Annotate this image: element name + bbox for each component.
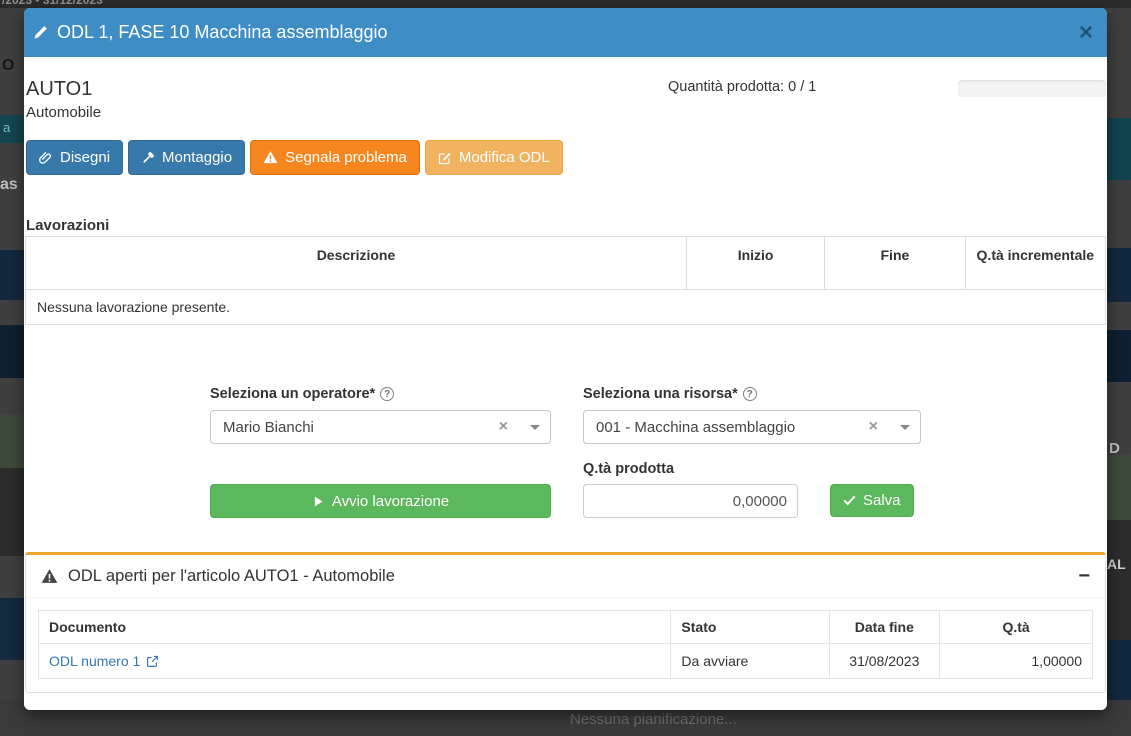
resource-selected-value: 001 - Macchina assemblaggio bbox=[596, 419, 869, 436]
odl-qty-cell: 1,00000 bbox=[940, 644, 1093, 679]
background-left-strip: O a as bbox=[0, 8, 24, 700]
modal-title: ODL 1, FASE 10 Macchina assemblaggio bbox=[33, 22, 388, 43]
odl-status-cell: Da avviare bbox=[671, 644, 829, 679]
lavorazioni-empty-row: Nessuna lavorazione presente. bbox=[26, 290, 1106, 325]
odl-document-link[interactable]: ODL numero 1 bbox=[49, 653, 159, 669]
gavel-icon bbox=[141, 151, 155, 165]
action-button-row: Disegni Montaggio Segnala problema Modif… bbox=[26, 140, 563, 175]
background-fragment: a bbox=[3, 120, 10, 135]
help-icon[interactable]: ? bbox=[743, 387, 757, 401]
background-band bbox=[1107, 330, 1131, 382]
resource-label-text: Seleziona una risorsa* bbox=[583, 386, 738, 402]
paperclip-icon bbox=[39, 151, 53, 165]
background-band bbox=[0, 598, 24, 660]
odl-end-date-cell: 31/08/2023 bbox=[829, 644, 940, 679]
montaggio-button[interactable]: Montaggio bbox=[128, 140, 245, 175]
edit-icon bbox=[438, 151, 452, 165]
background-band bbox=[0, 468, 24, 556]
background-right-strip: D AL bbox=[1107, 8, 1131, 700]
play-icon bbox=[312, 495, 325, 508]
avvio-lavorazione-label: Avvio lavorazione bbox=[332, 493, 449, 510]
lavorazioni-table: Descrizione Inizio Fine Q.tà incremental… bbox=[25, 236, 1106, 325]
background-band bbox=[1107, 520, 1131, 650]
background-fragment: O bbox=[2, 57, 14, 75]
check-icon bbox=[843, 494, 856, 507]
avvio-lavorazione-button[interactable]: Avvio lavorazione bbox=[210, 484, 551, 518]
lavorazioni-title: Lavorazioni bbox=[26, 217, 109, 234]
progress-bar bbox=[958, 80, 1106, 97]
close-icon[interactable]: × bbox=[1079, 21, 1093, 45]
operator-selected-value: Mario Bianchi bbox=[223, 419, 499, 436]
lavorazioni-col-inizio: Inizio bbox=[686, 237, 824, 290]
article-code: AUTO1 bbox=[26, 78, 101, 101]
background-band bbox=[0, 250, 24, 300]
open-odl-panel-header: ODL aperti per l'articolo AUTO1 - Automo… bbox=[26, 555, 1105, 598]
table-row: ODL numero 1 Da avviare 31/08/2023 1,000… bbox=[39, 644, 1093, 679]
resource-label: Seleziona una risorsa* ? bbox=[583, 386, 757, 402]
background-band bbox=[0, 415, 24, 468]
help-icon[interactable]: ? bbox=[380, 387, 394, 401]
quantity-produced-label: Quantità prodotta: 0 / 1 bbox=[668, 79, 816, 95]
salva-label: Salva bbox=[863, 492, 901, 509]
background-band bbox=[1107, 248, 1131, 302]
segnala-problema-label: Segnala problema bbox=[285, 149, 407, 166]
segnala-problema-button[interactable]: Segnala problema bbox=[250, 140, 420, 175]
modifica-odl-label: Modifica ODL bbox=[459, 149, 550, 166]
background-band bbox=[1107, 118, 1131, 180]
start-work-form: Seleziona un operatore* ? Mario Bianchi … bbox=[24, 386, 1107, 536]
lavorazioni-col-qta-incrementale: Q.tà incrementale bbox=[965, 237, 1105, 290]
pencil-icon bbox=[33, 25, 48, 40]
external-link-icon bbox=[146, 655, 159, 668]
collapse-icon[interactable]: − bbox=[1078, 566, 1090, 586]
operator-select[interactable]: Mario Bianchi × bbox=[210, 410, 551, 444]
background-fragment: AL bbox=[1107, 556, 1126, 572]
odl-col-data-fine: Data fine bbox=[829, 611, 940, 644]
modal-header: ODL 1, FASE 10 Macchina assemblaggio × bbox=[24, 8, 1107, 57]
operator-label-text: Seleziona un operatore* bbox=[210, 386, 375, 402]
modal-title-text: ODL 1, FASE 10 Macchina assemblaggio bbox=[57, 22, 388, 43]
odl-col-qta: Q.tà bbox=[940, 611, 1093, 644]
article-info: AUTO1 Automobile bbox=[26, 78, 101, 121]
background-fragment: as bbox=[0, 176, 18, 194]
open-odl-table: Documento Stato Data fine Q.tà ODL numer… bbox=[38, 610, 1093, 679]
clear-selection-icon[interactable]: × bbox=[499, 418, 508, 436]
qty-produced-input[interactable] bbox=[583, 484, 798, 518]
lavorazioni-col-descrizione: Descrizione bbox=[26, 237, 687, 290]
warning-icon bbox=[41, 568, 58, 585]
open-odl-panel-title: ODL aperti per l'articolo AUTO1 - Automo… bbox=[68, 567, 395, 586]
odl-col-documento: Documento bbox=[39, 611, 671, 644]
warning-icon bbox=[263, 150, 278, 165]
article-description: Automobile bbox=[26, 104, 101, 121]
odl-col-stato: Stato bbox=[671, 611, 829, 644]
resource-select[interactable]: 001 - Macchina assemblaggio × bbox=[583, 410, 921, 444]
background-band bbox=[1107, 455, 1131, 520]
salva-button[interactable]: Salva bbox=[830, 484, 914, 517]
background-date-range: /2023 - 31/12/2023 bbox=[2, 0, 103, 7]
disegni-label: Disegni bbox=[60, 149, 110, 166]
open-odl-panel: ODL aperti per l'articolo AUTO1 - Automo… bbox=[25, 552, 1106, 693]
operator-label: Seleziona un operatore* ? bbox=[210, 386, 394, 402]
open-odl-panel-body: Documento Stato Data fine Q.tà ODL numer… bbox=[26, 598, 1105, 691]
disegni-button[interactable]: Disegni bbox=[26, 140, 123, 175]
background-date-range-bar: /2023 - 31/12/2023 bbox=[0, 0, 1131, 8]
lavorazioni-empty-message: Nessuna lavorazione presente. bbox=[26, 290, 1106, 325]
background-band bbox=[1107, 640, 1131, 700]
lavorazioni-col-fine: Fine bbox=[825, 237, 965, 290]
clear-selection-icon[interactable]: × bbox=[869, 418, 878, 436]
chevron-down-icon bbox=[530, 425, 540, 430]
background-band bbox=[0, 325, 24, 378]
chevron-down-icon bbox=[900, 425, 910, 430]
montaggio-label: Montaggio bbox=[162, 149, 232, 166]
odl-phase-modal: ODL 1, FASE 10 Macchina assemblaggio × A… bbox=[24, 8, 1107, 710]
odl-document-label: ODL numero 1 bbox=[49, 653, 140, 669]
background-no-planning-text: Nessuna pianificazione... bbox=[570, 711, 737, 728]
modifica-odl-button[interactable]: Modifica ODL bbox=[425, 140, 563, 175]
qty-produced-label: Q.tà prodotta bbox=[583, 461, 674, 477]
